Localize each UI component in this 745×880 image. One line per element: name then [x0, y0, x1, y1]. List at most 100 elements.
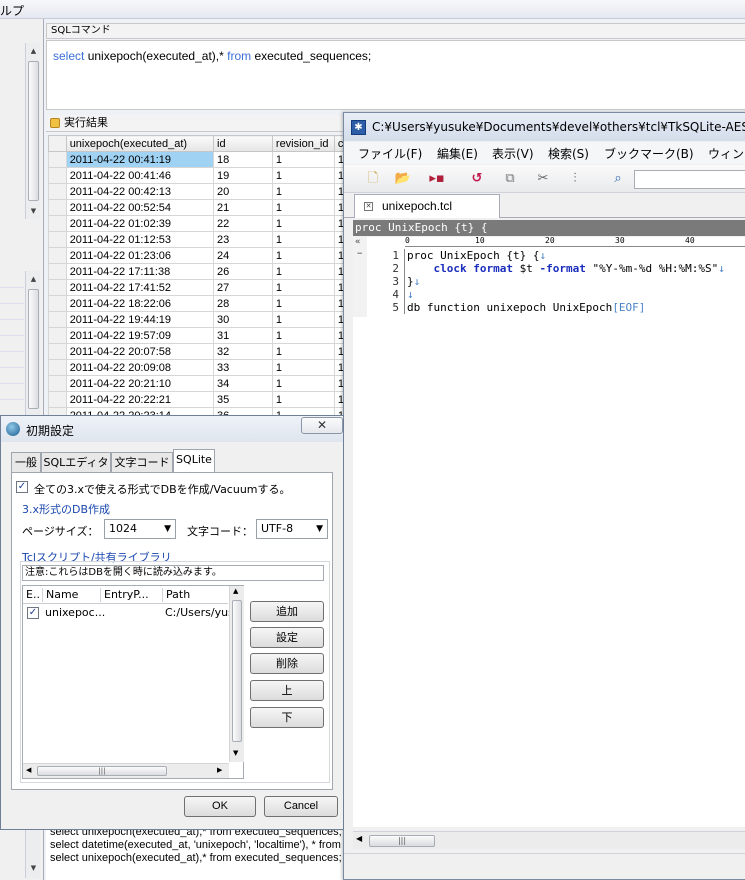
table-cell[interactable]: 1: [271, 199, 335, 216]
save-icon[interactable]: ▸▪: [428, 170, 446, 188]
table-cell[interactable]: 1: [271, 375, 335, 392]
table-row[interactable]: 2011-04-22 17:11:38 26 1 1: [48, 263, 348, 280]
row-header[interactable]: [48, 279, 67, 296]
menu-bookmark[interactable]: ブックマーク(B): [604, 145, 694, 162]
table-cell[interactable]: 35: [213, 391, 273, 408]
scroll-thumb[interactable]: [28, 289, 39, 409]
left-pane-scrollbar-top[interactable]: ▲ ▼: [25, 43, 40, 219]
enabled-checkbox[interactable]: ✓: [27, 607, 39, 619]
menu-help[interactable]: ルプ: [0, 2, 24, 19]
menu-window[interactable]: ウィン: [708, 145, 744, 162]
table-cell[interactable]: 2011-04-22 20:09:08: [65, 359, 215, 376]
list-col-name[interactable]: Name: [43, 588, 101, 602]
scroll-down-icon[interactable]: ▼: [233, 749, 238, 757]
table-row[interactable]: 2011-04-22 18:22:06 28 1 1: [48, 295, 348, 312]
table-cell[interactable]: 2011-04-22 00:41:19: [65, 151, 215, 168]
cancel-button[interactable]: Cancel: [264, 796, 338, 817]
table-cell[interactable]: 21: [213, 199, 273, 216]
table-row[interactable]: 2011-04-22 00:41:19 18 1 1: [48, 151, 348, 168]
menu-edit[interactable]: 編集(E): [437, 145, 478, 162]
search-icon[interactable]: ⌕: [609, 170, 627, 188]
code-line[interactable]: db function unixepoch UnixEpoch[EOF]: [407, 301, 645, 314]
page-size-select[interactable]: 1024 ▼: [104, 519, 176, 539]
move-down-button[interactable]: 下: [250, 707, 324, 728]
table-row[interactable]: 2011-04-22 00:52:54 21 1 1: [48, 199, 348, 216]
open-folder-icon[interactable]: 📂: [394, 170, 412, 188]
vacuum-checkbox[interactable]: ✓: [16, 481, 28, 493]
column-header[interactable]: revision_id: [271, 135, 335, 152]
table-cell[interactable]: 1: [271, 327, 335, 344]
tab-general[interactable]: 一般: [11, 452, 41, 472]
delete-button[interactable]: 削除: [250, 653, 324, 674]
table-cell[interactable]: 2011-04-22 20:07:58: [65, 343, 215, 360]
table-cell[interactable]: 23: [213, 231, 273, 248]
list-item[interactable]: ✓ unixepoc... C:/Users/yus: [23, 605, 234, 621]
table-cell[interactable]: 2011-04-22 17:11:38: [65, 263, 215, 280]
table-cell[interactable]: 1: [271, 167, 335, 184]
table-cell[interactable]: 1: [271, 359, 335, 376]
table-cell[interactable]: 34: [213, 375, 273, 392]
table-cell[interactable]: 32: [213, 343, 273, 360]
table-cell[interactable]: 2011-04-22 00:41:46: [65, 167, 215, 184]
row-header[interactable]: [48, 311, 67, 328]
list-col-entry[interactable]: EntryP...: [101, 588, 163, 602]
search-input[interactable]: [634, 170, 745, 189]
table-cell[interactable]: 1: [271, 231, 335, 248]
table-cell[interactable]: 1: [271, 391, 335, 408]
history-line[interactable]: select unixepoch(executed_at),* from exe…: [50, 852, 342, 864]
tab-sql-editor[interactable]: SQLエディタ: [41, 452, 111, 472]
table-cell[interactable]: 2011-04-22 01:23:06: [65, 247, 215, 264]
ok-button[interactable]: OK: [184, 796, 256, 817]
editor-titlebar[interactable]: ✱ C:¥Users¥yusuke¥Documents¥devel¥others…: [344, 113, 745, 141]
table-cell[interactable]: 22: [213, 215, 273, 232]
column-header[interactable]: id: [213, 135, 273, 152]
list-vscrollbar[interactable]: ▲ ▼: [229, 586, 244, 762]
table-row[interactable]: 2011-04-22 20:21:10 34 1 1: [48, 375, 348, 392]
paste-icon[interactable]: ⫶: [566, 170, 584, 188]
scroll-up-icon[interactable]: ▲: [26, 45, 41, 57]
table-cell[interactable]: 2011-04-22 20:22:21: [65, 391, 215, 408]
table-cell[interactable]: 33: [213, 359, 273, 376]
table-cell[interactable]: 1: [271, 311, 335, 328]
table-row[interactable]: 2011-04-22 01:23:06 24 1 1: [48, 247, 348, 264]
table-cell[interactable]: 1: [271, 343, 335, 360]
scroll-left-icon[interactable]: ◀: [356, 834, 362, 843]
menu-search[interactable]: 検索(S): [548, 145, 589, 162]
table-cell[interactable]: 1: [271, 151, 335, 168]
table-cell[interactable]: 24: [213, 247, 273, 264]
history-line[interactable]: select datetime(executed_at, 'unixepoch'…: [50, 839, 341, 851]
row-header[interactable]: [48, 327, 67, 344]
table-cell[interactable]: 28: [213, 295, 273, 312]
scroll-down-icon[interactable]: ▼: [26, 205, 41, 217]
menu-file[interactable]: ファイル(F): [358, 145, 422, 162]
list-col-enabled[interactable]: E..: [23, 588, 43, 602]
table-cell[interactable]: 30: [213, 311, 273, 328]
script-list[interactable]: E.. Name EntryP... Path ✓ unixepoc... C:…: [22, 585, 244, 779]
scroll-thumb[interactable]: |||: [37, 766, 167, 776]
list-col-path[interactable]: Path: [163, 588, 228, 602]
configure-button[interactable]: 設定: [250, 627, 324, 648]
list-hscrollbar[interactable]: ◀ ||| ▶: [23, 763, 229, 778]
scroll-down-icon[interactable]: ▼: [26, 862, 41, 874]
sql-history[interactable]: select unixepoch(executed_at),* from exe…: [46, 825, 346, 880]
row-header[interactable]: [48, 343, 67, 360]
copy-icon[interactable]: ⧉: [501, 170, 519, 188]
row-header[interactable]: [48, 215, 67, 232]
menu-view[interactable]: 表示(V): [492, 145, 534, 162]
table-cell[interactable]: 2011-04-22 01:02:39: [65, 215, 215, 232]
move-up-button[interactable]: 上: [250, 680, 324, 701]
collapse-icon[interactable]: −: [357, 249, 362, 259]
undo-icon[interactable]: ↺: [468, 170, 486, 188]
row-header[interactable]: [48, 247, 67, 264]
tab-unixepoch-tcl[interactable]: ✕ unixepoch.tcl: [354, 194, 500, 218]
table-cell[interactable]: 2011-04-22 19:57:09: [65, 327, 215, 344]
table-cell[interactable]: 1: [271, 247, 335, 264]
column-header[interactable]: unixepoch(executed_at): [65, 135, 215, 152]
scroll-right-icon[interactable]: ▶: [217, 766, 222, 774]
table-cell[interactable]: 2011-04-22 19:44:19: [65, 311, 215, 328]
table-row[interactable]: 2011-04-22 01:12:53 23 1 1: [48, 231, 348, 248]
table-row[interactable]: 2011-04-22 19:57:09 31 1 1: [48, 327, 348, 344]
scroll-up-icon[interactable]: ▲: [233, 587, 238, 595]
row-header[interactable]: [48, 183, 67, 200]
close-button[interactable]: ✕: [301, 417, 343, 434]
